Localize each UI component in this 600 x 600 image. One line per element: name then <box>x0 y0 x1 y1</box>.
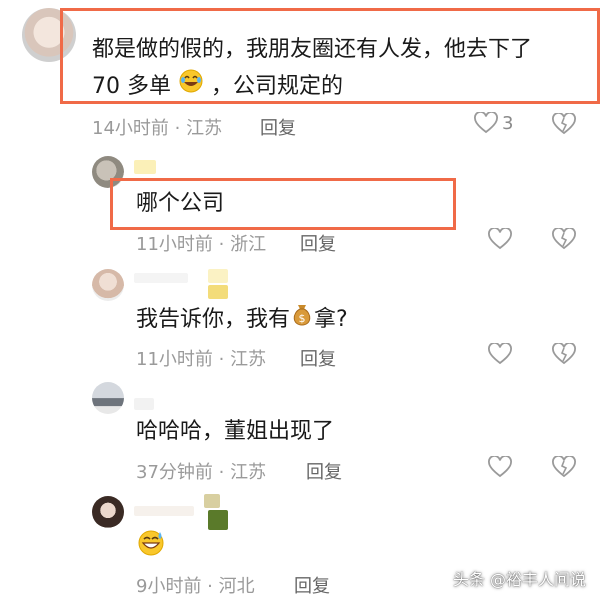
comment-meta: 11小时前 · 浙江 <box>136 234 267 255</box>
heart-icon <box>474 112 498 134</box>
comment-meta: 14小时前 · 江苏 <box>92 118 223 139</box>
comment-meta: 11小时前 · 江苏 <box>136 349 267 370</box>
username-badge <box>208 285 228 299</box>
like-button[interactable]: 3 <box>474 112 513 134</box>
money-bag-emoji: $ <box>290 301 314 339</box>
comment-text-line1: 都是做的假的，我朋友圈还有人发，他去下了 <box>92 37 533 62</box>
comment-text-line2: 70 多单 ，公司规定的 <box>92 68 343 106</box>
heart-icon <box>488 456 512 478</box>
comment-item: 哪个公司 11小时前 · 浙江 回复 <box>0 150 600 265</box>
avatar[interactable] <box>92 269 124 301</box>
like-button[interactable] <box>488 343 512 365</box>
reply-button[interactable]: 回复 <box>306 458 342 484</box>
like-button[interactable] <box>488 228 512 250</box>
broken-heart-icon <box>552 112 576 135</box>
reply-button[interactable]: 回复 <box>260 114 296 140</box>
dislike-button[interactable] <box>552 342 576 369</box>
username-badge <box>208 510 228 530</box>
username[interactable] <box>134 398 154 410</box>
comment-text: 我告诉你，我有 $ 拿? <box>136 301 348 339</box>
comment-item: 我告诉你，我有 $ 拿? 11小时前 · 江苏 回复 <box>0 265 600 380</box>
broken-heart-icon <box>552 227 576 250</box>
reply-button[interactable]: 回复 <box>300 230 336 256</box>
username[interactable] <box>134 273 188 283</box>
watermark: 头条 @裕丰人间说 <box>452 570 586 589</box>
username[interactable] <box>134 160 156 174</box>
heart-icon <box>488 228 512 250</box>
svg-text:$: $ <box>299 312 306 325</box>
avatar[interactable] <box>92 382 124 414</box>
comment-item: 哈哈哈，董姐出现了 37分钟前 · 江苏 回复 <box>0 380 600 490</box>
comment-meta: 9小时前 · 河北 <box>136 576 255 597</box>
broken-heart-icon <box>552 342 576 365</box>
like-count: 3 <box>502 112 514 134</box>
comment-list: 都是做的假的，我朋友圈还有人发，他去下了 70 多单 ，公司规定的 14小时前 … <box>0 0 600 600</box>
broken-heart-icon <box>552 455 576 478</box>
heart-icon <box>488 343 512 365</box>
rofl-emoji <box>178 68 204 106</box>
dislike-button[interactable] <box>552 227 576 254</box>
comment-item: 都是做的假的，我朋友圈还有人发，他去下了 70 多单 ，公司规定的 14小时前 … <box>0 0 600 150</box>
username-badge <box>204 494 220 508</box>
comment-text: 哈哈哈，董姐出现了 <box>136 419 335 444</box>
reply-button[interactable]: 回复 <box>300 345 336 371</box>
comment-emoji-row <box>136 528 166 570</box>
reply-button[interactable]: 回复 <box>294 572 330 598</box>
avatar[interactable] <box>92 496 124 528</box>
username[interactable] <box>134 506 194 516</box>
username-badge <box>208 269 228 283</box>
comment-text: 哪个公司 <box>136 191 225 216</box>
like-button[interactable] <box>488 456 512 478</box>
comment-meta: 37分钟前 · 江苏 <box>136 462 267 483</box>
dislike-button[interactable] <box>552 112 576 139</box>
dislike-button[interactable] <box>552 455 576 482</box>
grin-sweat-emoji <box>136 528 166 570</box>
